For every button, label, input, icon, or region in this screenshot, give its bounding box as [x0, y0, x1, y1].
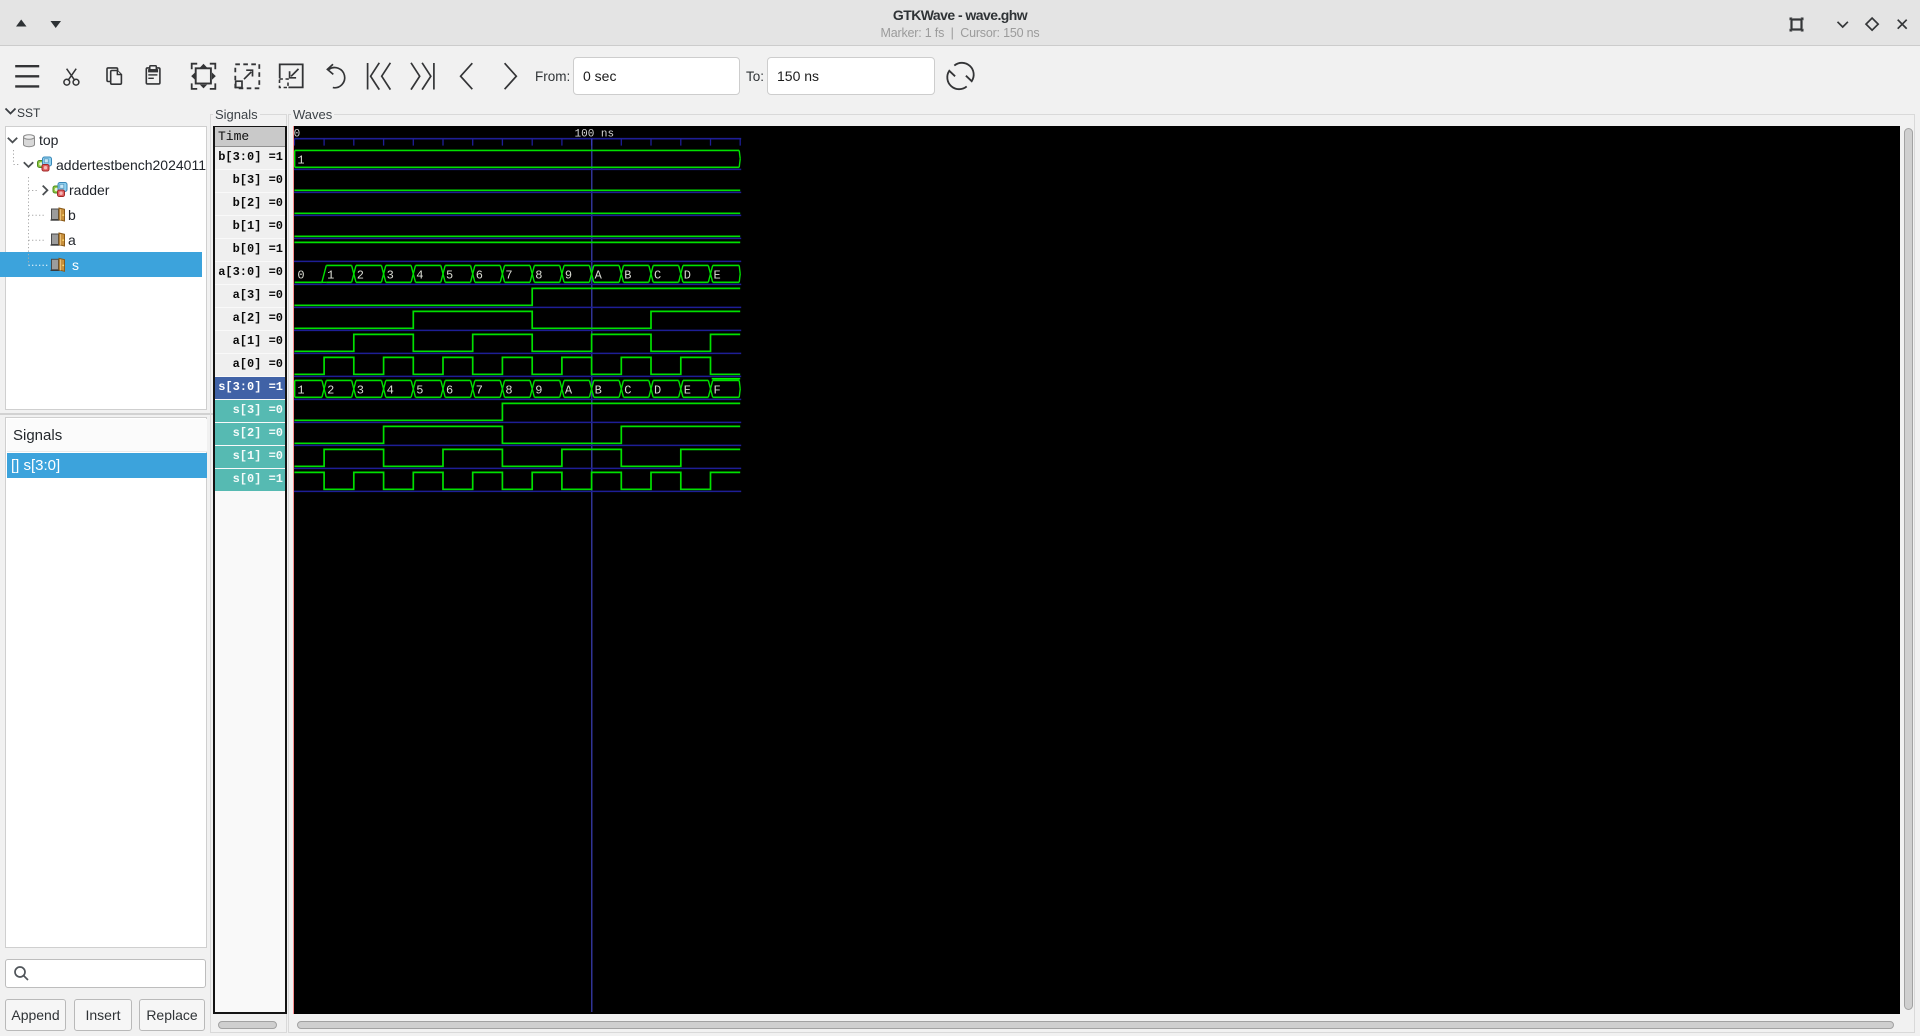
- svg-text:D: D: [684, 269, 691, 283]
- svg-text:3: 3: [357, 384, 364, 398]
- svg-text:1: 1: [297, 154, 304, 168]
- svg-text:2: 2: [357, 269, 364, 283]
- svg-text:6: 6: [476, 269, 483, 283]
- svg-text:9: 9: [565, 269, 572, 283]
- svg-text:9: 9: [535, 384, 542, 398]
- svg-text:4: 4: [416, 269, 423, 283]
- svg-text:100 ns: 100 ns: [575, 129, 615, 141]
- svg-text:6: 6: [446, 384, 453, 398]
- svg-text:C: C: [624, 384, 631, 398]
- svg-text:E: E: [684, 384, 691, 398]
- svg-text:2: 2: [327, 384, 334, 398]
- svg-text:A: A: [595, 269, 603, 283]
- svg-text:F: F: [714, 384, 721, 398]
- svg-text:5: 5: [446, 269, 453, 283]
- svg-text:3: 3: [387, 269, 394, 283]
- svg-text:0: 0: [297, 269, 304, 283]
- svg-text:7: 7: [505, 269, 512, 283]
- svg-text:E: E: [714, 269, 721, 283]
- svg-text:C: C: [654, 269, 661, 283]
- svg-text:1: 1: [327, 269, 334, 283]
- svg-text:5: 5: [416, 384, 423, 398]
- svg-text:0: 0: [294, 129, 300, 141]
- svg-text:7: 7: [476, 384, 483, 398]
- svg-text:8: 8: [535, 269, 542, 283]
- svg-text:B: B: [624, 269, 631, 283]
- svg-text:4: 4: [387, 384, 394, 398]
- svg-text:B: B: [595, 384, 602, 398]
- svg-text:1: 1: [297, 384, 304, 398]
- svg-text:8: 8: [505, 384, 512, 398]
- svg-text:D: D: [654, 384, 661, 398]
- svg-text:A: A: [565, 384, 573, 398]
